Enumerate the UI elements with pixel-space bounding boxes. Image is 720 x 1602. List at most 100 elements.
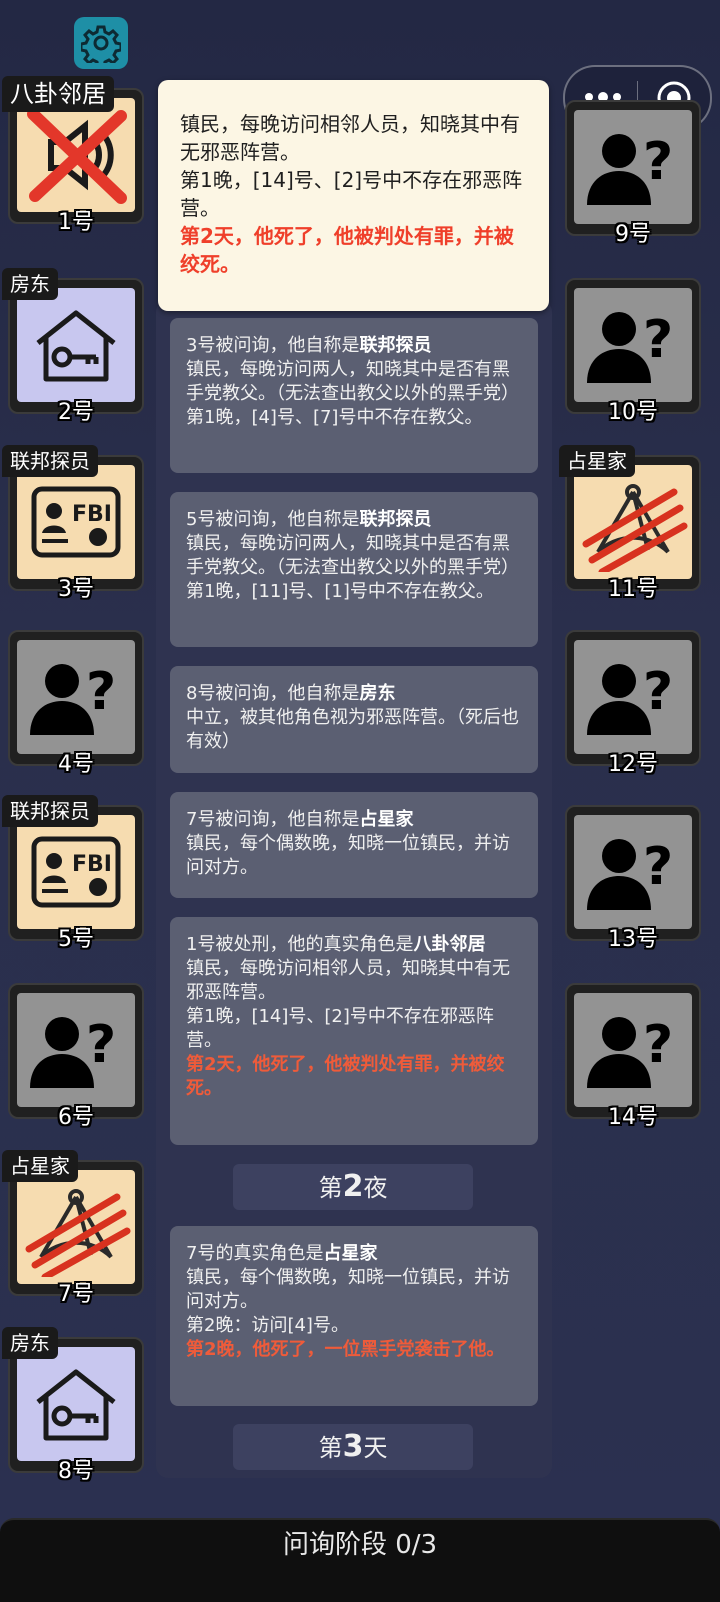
- role-card: ?: [574, 640, 692, 754]
- role-card: [17, 288, 135, 402]
- player-slot-7[interactable]: 占星家 7号: [2, 1150, 144, 1307]
- player-number: 11号: [608, 577, 658, 602]
- entry-death: 第2晚，他死了，一位黑手党袭击了他。: [186, 1339, 505, 1360]
- phase-header: 第3天: [233, 1424, 473, 1470]
- entry-description: 中立，被其他角色视为邪恶阵营。（死后也有效）: [186, 707, 519, 752]
- phase-status-label: 问询阶段 0/3: [282, 1530, 438, 1560]
- player-slot-12[interactable]: ? 12号: [565, 630, 701, 777]
- phase-suffix: 天: [363, 1434, 388, 1462]
- svg-text:FBI: FBI: [72, 852, 112, 877]
- svg-text:?: ?: [86, 1015, 116, 1075]
- entry-description: 镇民，每个偶数晚，知晓一位镇民，并访问对方。: [186, 833, 510, 878]
- player-slot-6[interactable]: ? 6号: [8, 983, 144, 1130]
- speaker-icon: [27, 108, 127, 204]
- player-slot-10[interactable]: ? 10号: [565, 278, 701, 425]
- popup-result: 第1晚，[14]号、[2]号中不存在邪恶阵营。: [180, 168, 523, 220]
- player-slot-2[interactable]: 房东 2号: [2, 268, 144, 425]
- player-number: 14号: [608, 1105, 658, 1130]
- settings-button[interactable]: [74, 17, 128, 69]
- player-number: 4号: [58, 752, 94, 777]
- svg-text:FBI: FBI: [72, 502, 112, 527]
- role-card: ?: [17, 640, 135, 754]
- player-slot-8[interactable]: 房东 8号: [2, 1327, 144, 1484]
- player-slot-5[interactable]: FBI 联邦探员 5号: [2, 795, 144, 952]
- entry-role: 房东: [359, 683, 396, 704]
- entry-result: 第1晚，[11]号、[1]号中不存在教父。: [186, 581, 494, 602]
- unknown-person-icon: ?: [587, 132, 673, 205]
- phase-number: 3: [342, 1429, 364, 1464]
- unknown-person-icon: ?: [30, 662, 116, 735]
- log-entry: 3号被问询，他自称是联邦探员 镇民，每晚访问两人，知晓其中是否有黑手党教父。（无…: [170, 318, 538, 473]
- role-card: FBI: [17, 815, 135, 929]
- player-number: 7号: [58, 1282, 94, 1307]
- player-slot-4[interactable]: ? 4号: [8, 630, 144, 777]
- entry-role: 联邦探员: [359, 335, 432, 356]
- role-tag: 八卦邻居: [2, 76, 114, 112]
- player-slot-9[interactable]: ? 9号: [565, 100, 701, 247]
- player-slot-3[interactable]: FBI 联邦探员 3号: [2, 445, 144, 602]
- phase-prefix: 第: [318, 1434, 343, 1462]
- popup-description: 镇民，每晚访问相邻人员，知晓其中有无邪恶阵营。: [180, 112, 520, 164]
- role-tag: 联邦探员: [2, 795, 98, 827]
- role-card: [17, 98, 135, 212]
- role-card: ?: [574, 993, 692, 1107]
- svg-text:?: ?: [643, 662, 673, 722]
- phase-status-bar: 问询阶段 0/3: [0, 1518, 720, 1602]
- player-number: 1号: [58, 210, 94, 235]
- role-card: ?: [574, 815, 692, 929]
- entry-prefix: 3号被问询，他自称是: [186, 335, 360, 356]
- role-tag: 联邦探员: [2, 445, 98, 477]
- log-entry: 7号的真实角色是占星家 镇民，每个偶数晚，知晓一位镇民，并访问对方。 第2晚：访…: [170, 1226, 538, 1406]
- entry-description: 镇民，每晚访问两人，知晓其中是否有黑手党教父。（无法查出教父以外的黑手党）: [186, 533, 519, 578]
- role-tag: 房东: [2, 1327, 58, 1359]
- player-number: 9号: [615, 222, 651, 247]
- role-card: [17, 1170, 135, 1284]
- player-number: 6号: [58, 1105, 94, 1130]
- player-number: 10号: [608, 400, 658, 425]
- role-card: [574, 465, 692, 579]
- role-card: ?: [574, 288, 692, 402]
- fbi-badge-icon: FBI: [31, 486, 121, 558]
- entry-prefix: 8号被问询，他自称是: [186, 683, 360, 704]
- entry-role: 八卦邻居: [413, 934, 486, 955]
- sextant-icon: [25, 1189, 131, 1277]
- role-card: FBI: [17, 465, 135, 579]
- svg-text:?: ?: [86, 662, 116, 722]
- log-entry: 5号被问询，他自称是联邦探员 镇民，每晚访问两人，知晓其中是否有黑手党教父。（无…: [170, 492, 538, 647]
- player-slot-11[interactable]: 占星家 11号: [559, 445, 701, 602]
- popup-death: 第2天，他死了，他被判处有罪，并被绞死。: [180, 224, 514, 276]
- player-number: 12号: [608, 752, 658, 777]
- role-card: ?: [574, 110, 692, 224]
- phase-header: 第2夜: [233, 1164, 473, 1210]
- entry-description: 镇民，每个偶数晚，知晓一位镇民，并访问对方。: [186, 1267, 510, 1312]
- entry-result: 第1晚，[4]号、[7]号中不存在教父。: [186, 407, 483, 428]
- entry-prefix: 7号被问询，他自称是: [186, 809, 360, 830]
- role-tag: 占星家: [559, 445, 635, 477]
- phase-suffix: 夜: [363, 1174, 388, 1202]
- role-info-popup[interactable]: 镇民，每晚访问相邻人员，知晓其中有无邪恶阵营。 第1晚，[14]号、[2]号中不…: [158, 80, 549, 311]
- unknown-person-icon: ?: [587, 662, 673, 735]
- house-key-icon: [36, 310, 116, 382]
- entry-result: 第1晚，[14]号、[2]号中不存在邪恶阵营。: [186, 1006, 494, 1051]
- role-card: ?: [17, 993, 135, 1107]
- entry-role: 联邦探员: [359, 509, 432, 530]
- entry-role: 占星家: [323, 1243, 378, 1264]
- entry-prefix: 1号被处刑，他的真实角色是: [186, 934, 414, 955]
- phase-prefix: 第: [318, 1174, 343, 1202]
- svg-text:?: ?: [643, 132, 673, 192]
- entry-death: 第2天，他死了，他被判处有罪，并被绞死。: [186, 1054, 505, 1099]
- player-number: 13号: [608, 927, 658, 952]
- player-number: 8号: [58, 1459, 94, 1484]
- log-entry: 8号被问询，他自称是房东 中立，被其他角色视为邪恶阵营。（死后也有效）: [170, 666, 538, 773]
- gear-icon: [81, 25, 121, 63]
- entry-role: 占星家: [359, 809, 414, 830]
- player-slot-1[interactable]: 八卦邻居 1号: [2, 76, 144, 235]
- svg-text:?: ?: [643, 310, 673, 370]
- player-slot-14[interactable]: ? 14号: [565, 983, 701, 1130]
- svg-text:?: ?: [643, 1015, 673, 1075]
- unknown-person-icon: ?: [587, 837, 673, 910]
- role-tag: 占星家: [2, 1150, 78, 1182]
- svg-text:?: ?: [643, 837, 673, 897]
- phase-number: 2: [342, 1169, 364, 1204]
- player-slot-13[interactable]: ? 13号: [565, 805, 701, 952]
